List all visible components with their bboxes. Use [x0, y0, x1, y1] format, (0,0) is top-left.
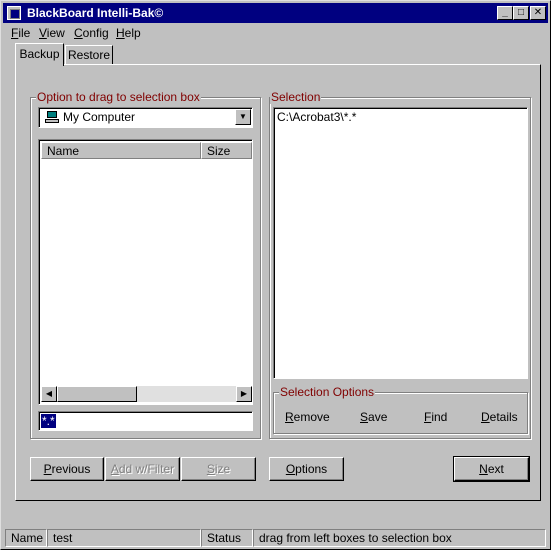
source-group: Option to drag to selection box My Compu… — [30, 90, 261, 439]
details-button[interactable]: Details — [481, 410, 518, 424]
window-title: BlackBoard Intelli-Bak© — [27, 6, 164, 20]
tab-backup-label: Backup — [19, 47, 60, 61]
file-list[interactable]: Name Size ◀ ▶ — [38, 139, 253, 405]
close-button[interactable]: ✕ — [530, 6, 546, 20]
selection-item[interactable]: C:\Acrobat3\*.* — [277, 110, 356, 124]
scrollbar-thumb[interactable] — [57, 386, 137, 402]
find-button[interactable]: Find — [424, 410, 447, 424]
next-button[interactable]: Next — [453, 456, 530, 482]
selection-list[interactable]: C:\Acrobat3\*.* — [273, 107, 528, 379]
column-header-size[interactable]: Size — [201, 142, 252, 159]
drive-combobox[interactable]: My Computer ▼ — [38, 107, 253, 128]
chevron-down-icon[interactable]: ▼ — [235, 109, 251, 125]
maximize-button[interactable]: □ — [513, 6, 529, 20]
minimize-button[interactable]: _ — [497, 6, 513, 20]
scroll-left-icon[interactable]: ◀ — [41, 386, 57, 402]
minimize-icon: _ — [502, 7, 508, 18]
status-message: drag from left boxes to selection box — [253, 529, 546, 547]
horizontal-scrollbar[interactable]: ◀ ▶ — [41, 386, 252, 402]
selection-group: Selection C:\Acrobat3\*.* Selection Opti… — [269, 90, 531, 439]
options-button[interactable]: Options — [269, 457, 344, 481]
backup-panel: Option to drag to selection box My Compu… — [15, 64, 541, 501]
app-icon[interactable] — [7, 6, 21, 20]
title-bar[interactable]: BlackBoard Intelli-Bak© _ □ ✕ — [3, 3, 548, 23]
app-window: BlackBoard Intelli-Bak© _ □ ✕ File View … — [0, 0, 551, 550]
menu-file[interactable]: File — [11, 26, 30, 40]
status-label: Status — [201, 529, 253, 547]
size-button[interactable]: Size — [181, 457, 256, 481]
selection-options-group: Selection Options Remove Save Find Detai… — [273, 385, 528, 434]
previous-button[interactable]: Previous — [30, 457, 104, 481]
selection-options-label: Selection Options — [279, 385, 376, 399]
column-header-name[interactable]: Name — [41, 142, 201, 159]
maximize-icon: □ — [517, 7, 525, 18]
column-header-name-label: Name — [47, 144, 80, 158]
filter-input[interactable]: *.* — [38, 411, 253, 431]
drive-combobox-value: My Computer — [63, 110, 136, 124]
menu-config[interactable]: Config — [74, 26, 109, 40]
close-icon: ✕ — [533, 7, 543, 18]
selection-group-label: Selection — [270, 90, 322, 104]
column-header-size-label: Size — [207, 144, 231, 158]
status-bar: Name test Status drag from left boxes to… — [3, 528, 548, 548]
tab-backup[interactable]: Backup — [15, 43, 64, 66]
tab-restore-label: Restore — [67, 48, 111, 62]
status-name-label: Name — [5, 529, 47, 547]
scroll-right-icon[interactable]: ▶ — [236, 386, 252, 402]
menu-help[interactable]: Help — [116, 26, 141, 40]
remove-button[interactable]: Remove — [285, 410, 330, 424]
menu-bar: File View Config Help — [3, 24, 548, 42]
save-button[interactable]: Save — [360, 410, 387, 424]
add-with-filter-button[interactable]: Add w/Filter — [105, 457, 180, 481]
tab-restore[interactable]: Restore — [65, 45, 113, 64]
menu-view[interactable]: View — [39, 26, 65, 40]
status-name-value: test — [47, 529, 201, 547]
computer-icon — [45, 111, 59, 123]
filter-input-value: *.* — [41, 414, 56, 428]
source-group-label: Option to drag to selection box — [36, 90, 201, 104]
